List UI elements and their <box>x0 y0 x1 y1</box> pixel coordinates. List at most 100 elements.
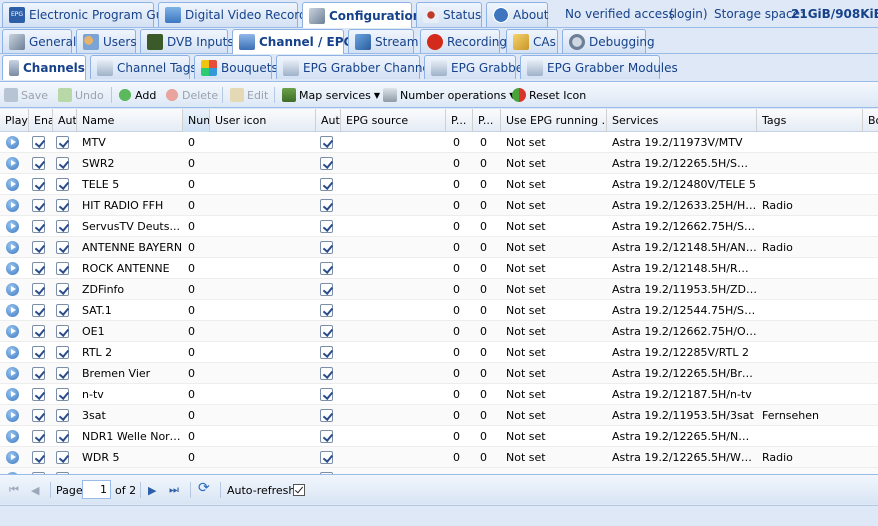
enabled-checkbox[interactable] <box>32 388 45 401</box>
enabled-checkbox[interactable] <box>32 325 45 338</box>
auto-name-checkbox[interactable] <box>56 199 69 212</box>
enabled-checkbox[interactable] <box>32 157 45 170</box>
map-services-button[interactable]: Map services ▼ <box>282 86 380 104</box>
column-header-services[interactable]: Services <box>607 109 757 132</box>
tab-channels[interactable]: Channels <box>2 55 86 80</box>
enabled-checkbox[interactable] <box>32 220 45 233</box>
play-icon[interactable] <box>6 409 19 422</box>
table-row[interactable]: ROCK ANTENNE 0 0 0 Not set Astra 19.2/12148.5… <box>0 258 878 279</box>
play-icon[interactable] <box>6 430 19 443</box>
column-header-bouquet[interactable]: Bo <box>863 109 878 132</box>
tab-stream[interactable]: Stream <box>348 29 418 53</box>
play-icon[interactable] <box>6 367 19 380</box>
first-page-button[interactable]: ⏮ <box>9 483 19 497</box>
column-header-user-icon[interactable]: User icon <box>210 109 316 132</box>
auto-name-checkbox[interactable] <box>56 325 69 338</box>
auto-icon-checkbox[interactable] <box>320 157 333 170</box>
tab-debugging[interactable]: Debugging <box>562 29 655 53</box>
add-button[interactable]: Add <box>118 86 156 104</box>
table-row[interactable]: RTL 2 0 0 0 Not set Astra 19.2/12285V/RTL 2 <box>0 342 878 363</box>
table-row[interactable]: TELE 5 0 0 0 Not set Astra 19.2/12480V/TELE 5 <box>0 174 878 195</box>
last-page-button[interactable]: ⏭ <box>169 483 179 497</box>
table-row[interactable]: WDR 5 0 0 0 Not set Astra 19.2/12265.5H/WDR 5… <box>0 447 878 468</box>
auto-name-checkbox[interactable] <box>56 388 69 401</box>
auto-name-checkbox[interactable] <box>56 283 69 296</box>
enabled-checkbox[interactable] <box>32 199 45 212</box>
tab-general[interactable]: General <box>2 29 76 53</box>
enabled-checkbox[interactable] <box>32 430 45 443</box>
play-icon[interactable] <box>6 199 19 212</box>
auto-name-checkbox[interactable] <box>56 346 69 359</box>
column-header-name[interactable]: Name <box>77 109 183 132</box>
tab-users[interactable]: Users <box>76 29 137 53</box>
column-header-auto[interactable]: Aut <box>53 109 77 132</box>
tab-configuration[interactable]: Configuration <box>302 2 421 28</box>
play-icon[interactable] <box>6 451 19 464</box>
enabled-checkbox[interactable] <box>32 178 45 191</box>
table-row[interactable]: ANTENNE BAYERN 0 0 0 Not set Astra 19.2/12148… <box>0 237 878 258</box>
table-row[interactable]: 3sat 0 0 0 Not set Astra 19.2/11953.5H/3sat Fe… <box>0 405 878 426</box>
tab-status[interactable]: Status <box>416 2 482 27</box>
table-row[interactable]: SAT.1 0 0 0 Not set Astra 19.2/12544.75H/SAT.… <box>0 300 878 321</box>
auto-icon-checkbox[interactable] <box>320 283 333 296</box>
enabled-checkbox[interactable] <box>32 451 45 464</box>
auto-icon-checkbox[interactable] <box>320 241 333 254</box>
tab-channel-tags[interactable]: Channel Tags <box>90 55 197 79</box>
auto-icon-checkbox[interactable] <box>320 199 333 212</box>
auto-name-checkbox[interactable] <box>56 178 69 191</box>
table-row[interactable]: SWR2 0 0 0 Not set Astra 19.2/12265.5H/SWR2 <box>0 153 878 174</box>
enabled-checkbox[interactable] <box>32 367 45 380</box>
column-header-epg-source[interactable]: EPG source <box>341 109 446 132</box>
enabled-checkbox[interactable] <box>32 283 45 296</box>
table-row[interactable]: ZDFinfo 0 0 0 Not set Astra 19.2/11953.5H/ZDF… <box>0 279 878 300</box>
play-icon[interactable] <box>6 304 19 317</box>
tab-epg-grabber-modules[interactable]: EPG Grabber Modules <box>520 55 678 79</box>
auto-name-checkbox[interactable] <box>56 220 69 233</box>
auto-icon-checkbox[interactable] <box>320 262 333 275</box>
play-icon[interactable] <box>6 178 19 191</box>
enabled-checkbox[interactable] <box>32 346 45 359</box>
reset-icon-button[interactable]: Reset Icon <box>512 86 586 104</box>
auto-icon-checkbox[interactable] <box>320 178 333 191</box>
table-row[interactable]: n-tv 0 0 0 Not set Astra 19.2/12187.5H/n-tv <box>0 384 878 405</box>
login-link[interactable]: (login) <box>669 7 708 21</box>
refresh-icon[interactable]: ⟳ <box>198 480 210 496</box>
tab-epg-grabber-channels[interactable]: EPG Grabber Channels <box>276 55 439 79</box>
auto-icon-checkbox[interactable] <box>320 367 333 380</box>
delete-button[interactable]: Delete <box>165 86 218 104</box>
auto-name-checkbox[interactable] <box>56 451 69 464</box>
table-row[interactable]: HIT RADIO FFH 0 0 0 Not set Astra 19.2/12633.… <box>0 195 878 216</box>
edit-button[interactable]: Edit <box>230 86 268 104</box>
enabled-checkbox[interactable] <box>32 262 45 275</box>
auto-icon-checkbox[interactable] <box>320 325 333 338</box>
table-row[interactable]: NDR1 Welle Nord Kl 0 0 0 Not set Astra 19.2/1… <box>0 426 878 447</box>
tab-digital-video-recorder[interactable]: Digital Video Recorder <box>158 2 319 27</box>
auto-refresh-checkbox[interactable] <box>293 484 305 496</box>
column-header-auto-icon[interactable]: Aut <box>316 109 341 132</box>
play-icon[interactable] <box>6 283 19 296</box>
tab-recording[interactable]: Recording <box>420 29 507 53</box>
tab-channel-epg[interactable]: Channel / EPG <box>232 29 353 54</box>
tab-dvb-inputs[interactable]: DVB Inputs <box>140 29 234 53</box>
column-header-use-epg-running[interactable]: Use EPG running ... <box>501 109 607 132</box>
table-row[interactable]: Bremen Vier 0 0 0 Not set Astra 19.2/12265.5H… <box>0 363 878 384</box>
tab-epg-grabber[interactable]: EPG Grabber <box>424 55 528 79</box>
auto-icon-checkbox[interactable] <box>320 346 333 359</box>
play-icon[interactable] <box>6 388 19 401</box>
previous-page-button[interactable]: ◀ <box>31 483 39 497</box>
undo-button[interactable]: Undo <box>58 86 104 104</box>
auto-name-checkbox[interactable] <box>56 136 69 149</box>
play-icon[interactable] <box>6 157 19 170</box>
save-button[interactable]: Save <box>4 86 48 104</box>
auto-icon-checkbox[interactable] <box>320 451 333 464</box>
auto-name-checkbox[interactable] <box>56 430 69 443</box>
play-icon[interactable] <box>6 262 19 275</box>
column-header-number[interactable]: Num <box>183 109 210 132</box>
auto-name-checkbox[interactable] <box>56 262 69 275</box>
auto-icon-checkbox[interactable] <box>320 304 333 317</box>
enabled-checkbox[interactable] <box>32 409 45 422</box>
auto-name-checkbox[interactable] <box>56 157 69 170</box>
play-icon[interactable] <box>6 346 19 359</box>
auto-name-checkbox[interactable] <box>56 241 69 254</box>
number-operations-button[interactable]: Number operations ▼ <box>383 86 515 104</box>
